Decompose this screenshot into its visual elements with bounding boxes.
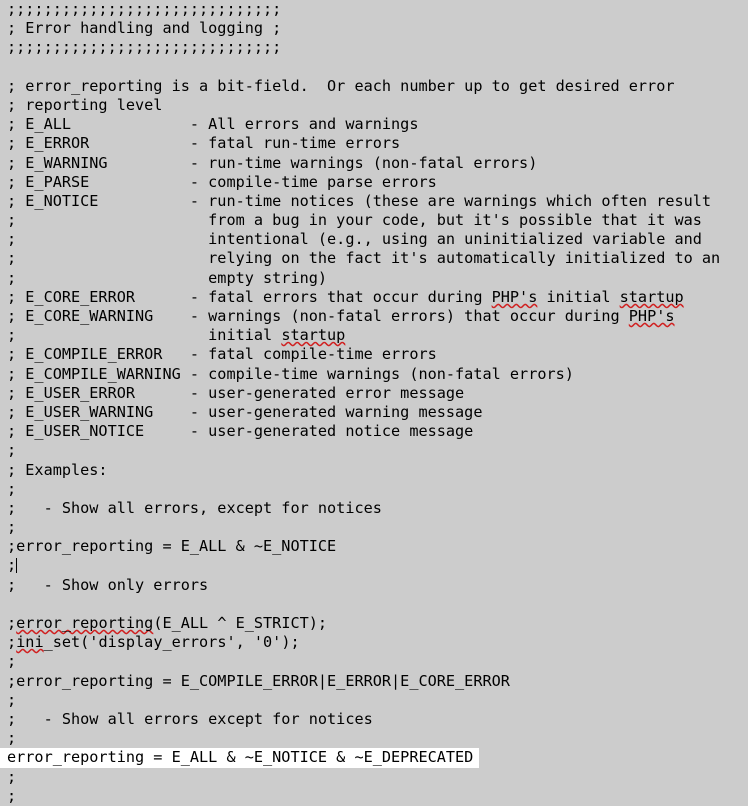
code-line[interactable]: ; E_USER_WARNING - user-generated warnin… <box>0 403 748 422</box>
code-line[interactable]: ; <box>0 556 748 575</box>
code-line-text: ; initial startup <box>7 326 346 345</box>
code-line[interactable]: ; - Show all errors, except for notices <box>0 499 748 518</box>
code-line[interactable]: ; E_NOTICE - run-time notices (these are… <box>0 192 748 211</box>
code-line-text: ; <box>7 729 17 748</box>
code-line-text: ;;;;;;;;;;;;;;;;;;;;;;;;;;;;;; <box>7 38 282 57</box>
spellcheck-underline: PHP's <box>628 307 675 325</box>
code-line[interactable]: ; E_USER_NOTICE - user-generated notice … <box>0 422 748 441</box>
code-line-text: ; relying on the fact it's automatically… <box>7 249 721 268</box>
code-line-text: ; E_CORE_ERROR - fatal errors that occur… <box>7 287 684 306</box>
code-line-text: ; E_USER_ERROR - user-generated error me… <box>7 383 465 402</box>
code-editor-pane[interactable]: ;;;;;;;;;;;;;;;;;;;;;;;;;;;;;;; Error ha… <box>0 0 748 805</box>
code-line[interactable]: ;error_reporting = E_ALL & ~E_NOTICE <box>0 537 748 556</box>
code-line[interactable]: ; error_reporting is a bit-field. Or eac… <box>0 77 748 96</box>
code-line[interactable]: ;error_reporting(E_ALL ^ E_STRICT); <box>0 614 748 633</box>
code-line[interactable]: ; E_COMPILE_WARNING - compile-time warni… <box>0 365 748 384</box>
code-line[interactable]: ; intentional (e.g., using an uninitiali… <box>0 230 748 249</box>
code-line-text: ; E_CORE_WARNING - warnings (non-fatal e… <box>7 307 675 325</box>
spellcheck-underline: startup <box>281 326 346 345</box>
code-line-highlighted[interactable]: error_reporting = E_ALL & ~E_NOTICE & ~E… <box>0 748 748 768</box>
code-line-text: ; E_COMPILE_WARNING - compile-time warni… <box>7 364 574 383</box>
code-line[interactable]: ; Error handling and logging ; <box>0 19 748 38</box>
code-line[interactable]: ; E_CORE_ERROR - fatal errors that occur… <box>0 288 748 307</box>
code-line-text: ; <box>7 786 17 805</box>
code-line[interactable]: ; E_PARSE - compile-time parse errors <box>0 173 748 192</box>
code-line[interactable] <box>0 595 748 614</box>
code-line-text: ; - Show all errors except for notices <box>7 709 373 728</box>
code-line-text: ; <box>7 652 17 671</box>
code-line[interactable]: ; E_COMPILE_ERROR - fatal compile-time e… <box>0 345 748 364</box>
code-line-text: ; intentional (e.g., using an uninitiali… <box>7 230 702 249</box>
code-line-text: ; E_NOTICE - run-time notices (these are… <box>7 191 712 210</box>
code-line-text: error_reporting = E_ALL & ~E_NOTICE & ~E… <box>0 748 480 768</box>
code-line[interactable]: ; empty string) <box>0 269 748 288</box>
code-line-text: ; reporting level <box>7 95 163 114</box>
spellcheck-underline: error_reporting <box>16 614 154 632</box>
code-line-text: ; from a bug in your code, but it's poss… <box>7 211 702 230</box>
code-line-text: ; <box>7 556 17 575</box>
code-line-text: ; E_ERROR - fatal run-time errors <box>7 134 401 153</box>
code-line[interactable]: ; <box>0 729 748 748</box>
code-line[interactable]: ; E_USER_ERROR - user-generated error me… <box>0 384 748 403</box>
code-line-text: ; E_WARNING - run-time warnings (non-fat… <box>7 153 538 172</box>
code-line[interactable]: ; E_WARNING - run-time warnings (non-fat… <box>0 154 748 173</box>
code-line[interactable]: ;ini_set('display_errors', '0'); <box>0 633 748 652</box>
code-line-text: ; Error handling and logging ; <box>7 19 282 38</box>
code-line-text: ; <box>7 441 17 460</box>
code-line[interactable]: ; E_ALL - All errors and warnings <box>0 115 748 134</box>
code-line-text: ; error_reporting is a bit-field. Or eac… <box>7 76 675 95</box>
code-line-text: ; <box>7 690 17 709</box>
spellcheck-underline: ini <box>16 633 44 652</box>
code-line-text: ; - Show all errors, except for notices <box>7 498 382 517</box>
code-line-text: ; E_USER_WARNING - user-generated warnin… <box>7 402 483 421</box>
code-line-text: ; E_PARSE - compile-time parse errors <box>7 172 437 191</box>
code-line[interactable]: ; <box>0 787 748 806</box>
code-line-text: ;error_reporting = E_COMPILE_ERROR|E_ERR… <box>7 671 510 690</box>
code-line-text: ; <box>7 479 17 498</box>
code-line[interactable]: ;;;;;;;;;;;;;;;;;;;;;;;;;;;;;; <box>0 38 748 57</box>
code-line[interactable]: ; E_CORE_WARNING - warnings (non-fatal e… <box>0 307 748 326</box>
code-line[interactable]: ; <box>0 691 748 710</box>
spellcheck-underline: startup <box>619 287 684 306</box>
code-line[interactable]: ;error_reporting = E_COMPILE_ERROR|E_ERR… <box>0 672 748 691</box>
code-line-text: ;ini_set('display_errors', '0'); <box>7 633 300 652</box>
code-line[interactable]: ; E_ERROR - fatal run-time errors <box>0 134 748 153</box>
code-line[interactable]: ; reporting level <box>0 96 748 115</box>
code-line-text: ; <box>7 767 17 786</box>
code-line[interactable]: ; relying on the fact it's automatically… <box>0 249 748 268</box>
code-line-text: ;error_reporting(E_ALL ^ E_STRICT); <box>7 614 328 632</box>
code-line[interactable]: ; <box>0 652 748 671</box>
code-line-text: ; Examples: <box>7 460 108 479</box>
code-line[interactable]: ; <box>0 480 748 499</box>
code-line-text: ; empty string) <box>7 268 328 287</box>
code-line[interactable]: ; <box>0 768 748 787</box>
code-line[interactable]: ; from a bug in your code, but it's poss… <box>0 211 748 230</box>
code-line-text: ;error_reporting = E_ALL & ~E_NOTICE <box>7 537 337 556</box>
code-line[interactable]: ; <box>0 518 748 537</box>
code-line[interactable]: ;;;;;;;;;;;;;;;;;;;;;;;;;;;;;; <box>0 0 748 19</box>
text-caret <box>16 558 18 574</box>
code-line[interactable] <box>0 58 748 77</box>
code-line-text: ;;;;;;;;;;;;;;;;;;;;;;;;;;;;;; <box>7 0 282 18</box>
code-line-text: ; - Show only errors <box>7 575 209 594</box>
code-line[interactable]: ; <box>0 441 748 460</box>
code-line-text: ; E_COMPILE_ERROR - fatal compile-time e… <box>7 345 437 364</box>
code-line[interactable]: ; Examples: <box>0 461 748 480</box>
code-line-text: ; E_USER_NOTICE - user-generated notice … <box>7 422 474 441</box>
code-line-text: ; E_ALL - All errors and warnings <box>7 115 419 134</box>
spellcheck-underline: PHP's <box>491 287 538 306</box>
code-line[interactable]: ; - Show all errors except for notices <box>0 710 748 729</box>
code-line[interactable]: ; initial startup <box>0 326 748 345</box>
code-line[interactable]: ; - Show only errors <box>0 576 748 595</box>
code-line-text: ; <box>7 518 17 537</box>
